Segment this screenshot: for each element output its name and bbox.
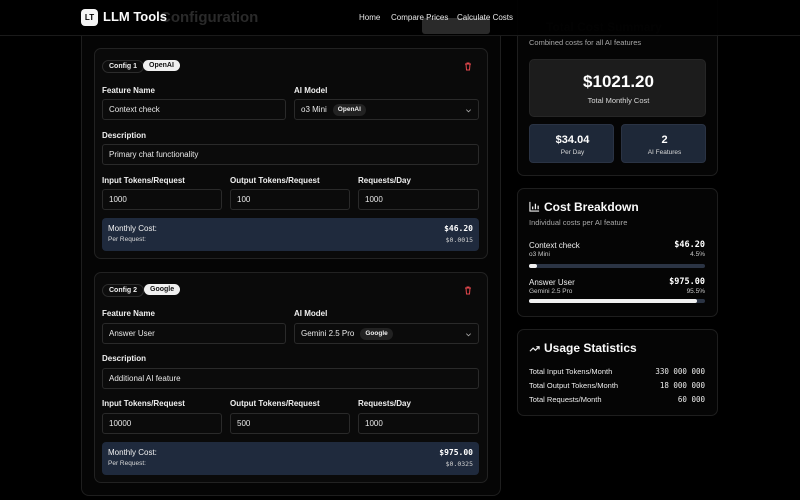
description-label: Description [102,354,147,363]
per-request-label: Per Request: [108,236,146,243]
ai-model-label: AI Model [294,309,328,318]
feature-name-input[interactable]: Answer User [102,323,286,344]
monthly-cost-value: $46.20 [444,224,473,233]
nav-home[interactable]: Home [359,13,380,22]
trash-icon[interactable] [463,285,473,295]
ai-model-label: AI Model [294,86,328,95]
breakdown-progress-bar [529,264,705,268]
usage-stat-label: Total Output Tokens/Month [529,381,619,390]
description-label: Description [102,131,147,140]
cost-breakdown-subtitle: Individual costs per AI feature [529,218,628,227]
total-monthly-cost-value: $1021.20 [583,72,654,91]
monthly-cost-label: Monthly Cost: [108,224,157,233]
config-tag: Config 1 [102,60,144,73]
requests-input[interactable]: 1000 [358,189,479,210]
monthly-cost-label: Monthly Cost: [108,448,157,457]
feature-name-label: Feature Name [102,86,155,95]
per-day-card: $34.04 Per Day [529,124,614,163]
summary-subtitle: Combined costs for all AI features [529,38,642,47]
description-input[interactable]: Additional AI feature [102,368,479,389]
config-tag: Config 2 [102,284,144,297]
feature-name-input[interactable]: Context check [102,99,286,120]
usage-stat-value: 18 000 000 [659,381,705,390]
breakdown-item-cost: $975.00 [669,277,705,287]
config-cost-summary: Monthly Cost: Per Request: $975.00 $0.03… [102,442,479,475]
nav-calculate-costs[interactable]: Calculate Costs [457,13,513,22]
config-cost-summary: Monthly Cost: Per Request: $46.20 $0.001… [102,218,479,251]
breakdown-item-name: Context check [529,241,580,250]
breakdown-item-cost: $46.20 [674,240,705,250]
provider-badge: Google [144,284,181,295]
cost-breakdown-title: Cost Breakdown [544,200,639,214]
model-name: Gemini 2.5 Pro [301,329,355,338]
usage-stat-value: 60 000 [677,395,705,404]
requests-label: Requests/Day [358,399,411,408]
per-request-value: $0.0325 [445,460,473,468]
breakdown-item-model: o3 Mini [529,251,550,258]
chevron-down-icon [466,109,471,113]
usage-stat-label: Total Requests/Month [529,395,602,404]
requests-label: Requests/Day [358,176,411,185]
bar-chart-icon [529,201,540,212]
model-name: o3 Mini [301,105,327,114]
ai-model-select[interactable]: o3 Mini OpenAI [294,99,479,120]
total-monthly-cost-card: $1021.20 Total Monthly Cost [529,59,706,117]
per-request-value: $0.0015 [445,236,473,244]
description-input[interactable]: Primary chat functionality [102,144,479,165]
model-provider-badge: OpenAI [332,103,366,116]
usage-stat-value: 330 000 000 [655,367,705,376]
ai-features-value: 2 [661,134,668,146]
breakdown-item-model: Gemini 2.5 Pro [529,288,573,295]
breakdown-item-percent: 4.5% [690,251,705,258]
trash-icon[interactable] [463,61,473,71]
output-tokens-input[interactable]: 100 [230,189,350,210]
breakdown-item-name: Answer User [529,278,575,287]
requests-input[interactable]: 1000 [358,413,479,434]
ai-features-label: AI Features [647,149,682,156]
model-provider-badge: Google [360,327,393,340]
logo-icon[interactable]: LT [81,9,98,26]
per-day-label: Per Day [560,149,585,156]
feature-name-label: Feature Name [102,309,155,318]
per-day-value: $34.04 [555,134,590,146]
per-request-label: Per Request: [108,460,146,467]
output-tokens-label: Output Tokens/Request [230,176,320,185]
usage-stat-label: Total Input Tokens/Month [529,367,613,376]
input-tokens-label: Input Tokens/Request [102,176,185,185]
input-tokens-label: Input Tokens/Request [102,399,185,408]
total-monthly-cost-label: Total Monthly Cost [587,96,650,105]
nav-compare-prices[interactable]: Compare Prices [391,13,448,22]
trending-up-icon [529,346,540,352]
provider-badge: OpenAI [143,60,180,71]
breakdown-progress-bar [529,299,705,303]
usage-statistics-title: Usage Statistics [544,341,637,355]
input-tokens-input[interactable]: 10000 [102,413,222,434]
breakdown-progress-fill [529,264,537,268]
output-tokens-input[interactable]: 500 [230,413,350,434]
breakdown-item-percent: 95.5% [686,288,705,295]
ai-features-card: 2 AI Features [621,124,706,163]
output-tokens-label: Output Tokens/Request [230,399,320,408]
ai-model-select[interactable]: Gemini 2.5 Pro Google [294,323,479,344]
top-header: Configuration LT LLM Tools Home Compare … [0,0,800,36]
background-title-ghost: Configuration [160,9,259,26]
input-tokens-input[interactable]: 1000 [102,189,222,210]
monthly-cost-value: $975.00 [439,448,473,457]
breakdown-progress-fill [529,299,698,303]
app-name[interactable]: LLM Tools [103,9,167,24]
chevron-down-icon [466,333,471,337]
